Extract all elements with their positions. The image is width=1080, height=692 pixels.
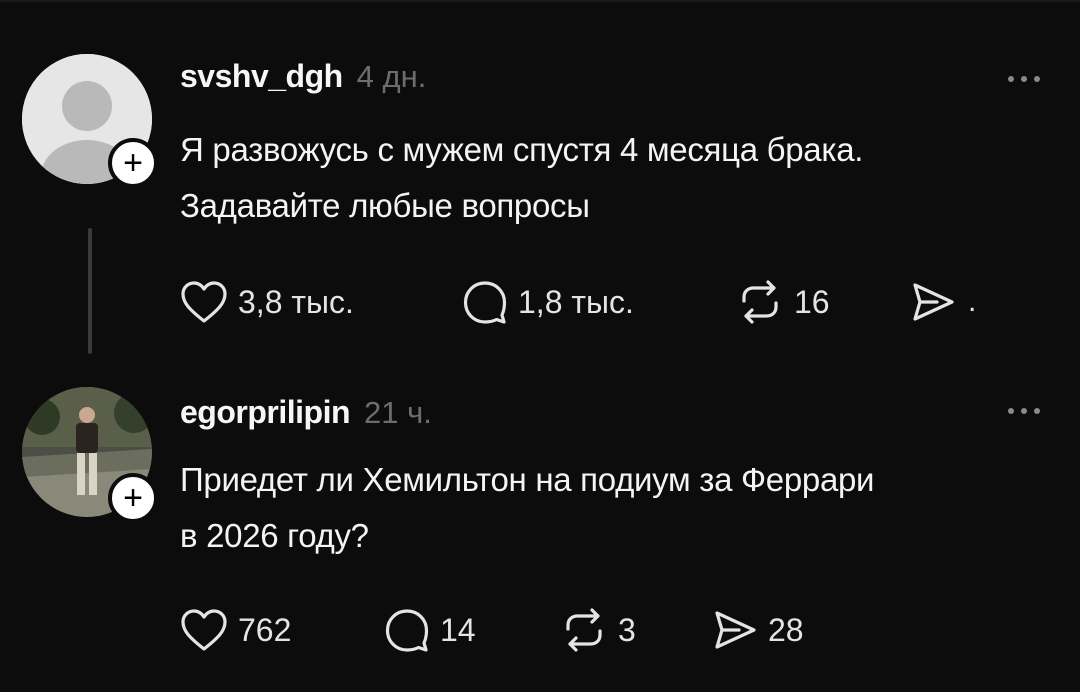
comment-count: 14 — [440, 611, 476, 648]
send-icon — [913, 283, 954, 321]
comment-count: 1,8 тыс. — [518, 283, 634, 320]
like-count: 3,8 тыс. — [238, 283, 354, 320]
heart-icon — [181, 609, 227, 651]
more-options-button[interactable] — [1008, 76, 1040, 82]
username[interactable]: svshv_dgh — [180, 58, 343, 95]
timestamp: 21 ч. — [364, 395, 432, 430]
more-dot — [1034, 76, 1040, 82]
comment-bubble-icon — [385, 609, 429, 652]
more-dots-icon — [1008, 76, 1014, 82]
share-button[interactable]: . — [910, 279, 976, 325]
username[interactable]: egorprilipin — [180, 394, 351, 431]
follow-button[interactable]: + — [108, 473, 158, 523]
like-count: 762 — [238, 611, 292, 648]
post-header: svshv_dgh 4 дн. — [180, 58, 426, 95]
more-dots-icon — [1008, 408, 1014, 414]
post-actions: 762 14 3 28 — [180, 605, 804, 655]
threads-feed: + svshv_dgh 4 дн. Я развожусь с мужем сп… — [0, 0, 1080, 692]
repost-icon — [742, 280, 778, 324]
post-text-line: Я развожусь с мужем спустя 4 месяца брак… — [180, 131, 864, 168]
comment-button[interactable]: 1,8 тыс. — [462, 279, 736, 325]
follow-button[interactable]: + — [108, 138, 158, 188]
repost-button[interactable]: 3 — [560, 607, 712, 653]
heart-icon — [181, 281, 227, 323]
more-dot — [1021, 76, 1027, 82]
like-button[interactable]: 762 — [180, 607, 384, 653]
follow-plus-icon: + — [123, 144, 143, 182]
post-text: Приедет ли Хемильтон на подиум за Феррар… — [180, 452, 1050, 564]
repost-count: 16 — [794, 283, 830, 320]
timestamp: 4 дн. — [356, 59, 427, 94]
more-options-button[interactable] — [1008, 408, 1040, 414]
share-count: 28 — [768, 611, 804, 648]
comment-button[interactable]: 14 — [384, 607, 560, 653]
more-dot — [1034, 408, 1040, 414]
like-button[interactable]: 3,8 тыс. — [180, 279, 462, 325]
repost-count: 3 — [618, 611, 636, 648]
comment-bubble-icon — [463, 281, 507, 324]
post-text-line: в 2026 году? — [180, 517, 369, 554]
repost-icon — [566, 608, 602, 652]
send-icon — [715, 611, 756, 649]
post-header: egorprilipin 21 ч. — [180, 394, 432, 431]
post: + egorprilipin 21 ч. Приедет ли Хемильто… — [0, 372, 1080, 692]
share-button[interactable]: 28 — [712, 607, 804, 653]
more-dot — [1021, 408, 1027, 414]
thread-line — [88, 228, 92, 354]
post-text-line: Задавайте любые вопросы — [180, 187, 590, 224]
share-count: . — [968, 285, 977, 318]
follow-plus-icon: + — [123, 479, 143, 517]
post-actions: 3,8 тыс. 1,8 тыс. 16 . — [180, 277, 976, 327]
post-text: Я развожусь с мужем спустя 4 месяца брак… — [180, 122, 1050, 234]
post-text-line: Приедет ли Хемильтон на подиум за Феррар… — [180, 461, 875, 498]
post: + svshv_dgh 4 дн. Я развожусь с мужем сп… — [0, 2, 1080, 372]
repost-button[interactable]: 16 — [736, 279, 910, 325]
